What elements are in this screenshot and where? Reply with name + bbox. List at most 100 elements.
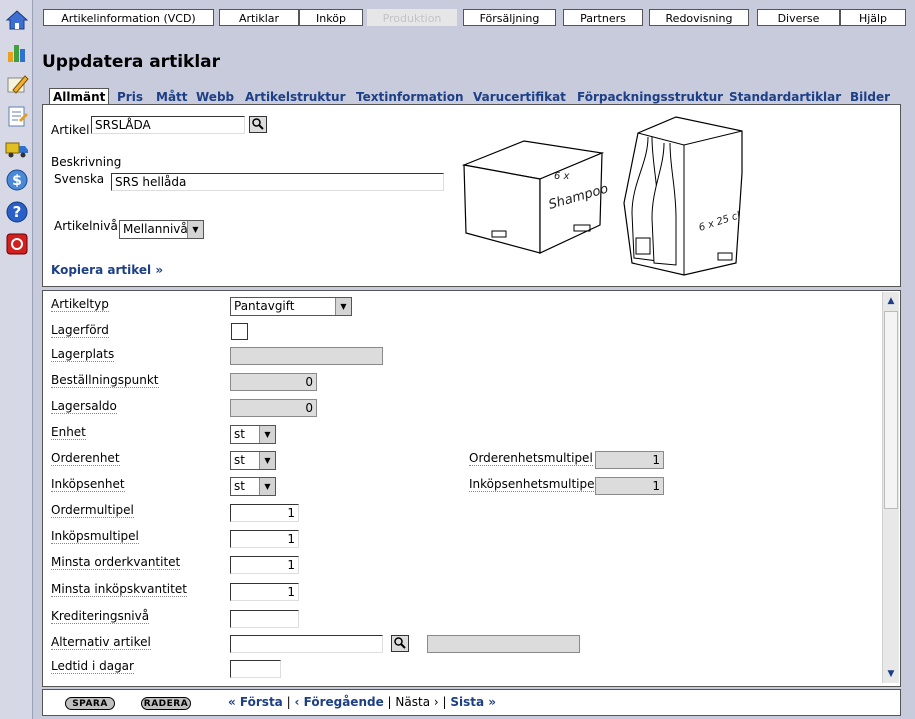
minsta-inkopskvantitet-input[interactable]: 1 <box>230 583 299 601</box>
artikelniva-select[interactable]: Mellannivå ▼ <box>119 220 204 239</box>
spara-button[interactable]: SPARA <box>65 697 115 710</box>
pager: « Första | ‹ Föregående | Nästa › | Sist… <box>228 695 496 709</box>
menu-hjalp[interactable]: Hjälp <box>840 9 906 26</box>
minsta-inkopskvantitet-label: Minsta inköpskvantitet <box>51 582 187 597</box>
tab-forpackningsstruktur[interactable]: Förpackningsstruktur <box>577 89 723 105</box>
details-scrollbar[interactable]: ▲ ▼ <box>882 292 899 683</box>
artikeltyp-select[interactable]: Pantavgift ▼ <box>230 297 352 316</box>
lagerford-checkbox[interactable] <box>231 323 248 340</box>
tab-matt[interactable]: Mått <box>156 89 188 105</box>
ledtid-label: Ledtid i dagar <box>51 659 134 674</box>
lagersaldo-input: 0 <box>230 399 317 417</box>
inkopsenhet-select[interactable]: st ▼ <box>230 477 276 496</box>
artikeltyp-label: Artikeltyp <box>51 297 109 312</box>
box-sketch-image: 6 x Shampoo <box>462 140 610 254</box>
tab-bilder[interactable]: Bilder <box>850 89 890 105</box>
tab-webb[interactable]: Webb <box>196 89 234 105</box>
inkopsenhet-label: Inköpsenhet <box>51 477 125 492</box>
krediteringsniva-input[interactable] <box>230 610 299 628</box>
next-link: Nästa › <box>395 695 439 709</box>
lagerplats-input <box>230 347 383 365</box>
tab-pris[interactable]: Pris <box>117 89 143 105</box>
scroll-down-icon[interactable]: ▼ <box>883 666 899 682</box>
orderenhet-select[interactable]: st ▼ <box>230 451 276 470</box>
lagerplats-label: Lagerplats <box>51 347 115 362</box>
krediteringsniva-label: Krediteringsnivå <box>51 609 150 624</box>
article-details-panel: Artikeltyp Pantavgift ▼ Lagerförd Lagerp… <box>42 290 901 687</box>
artikelniva-label: Artikelnivå <box>54 219 118 233</box>
tab-varucertifikat[interactable]: Varucertifikat <box>473 89 566 105</box>
pager-separator: | <box>442 695 447 709</box>
bestallningspunkt-input: 0 <box>230 373 317 391</box>
previous-link[interactable]: ‹ Föregående <box>294 695 383 709</box>
minsta-orderkvantitet-label: Minsta orderkvantitet <box>51 555 181 570</box>
svenska-input[interactable]: SRS hellåda <box>111 173 444 191</box>
scroll-thumb[interactable] <box>884 311 898 509</box>
pencil-icon[interactable] <box>5 72 29 96</box>
inkopsenhet-value: st <box>234 479 245 493</box>
alternativ-artikel-search-button[interactable] <box>391 635 409 652</box>
enhet-value: st <box>234 427 245 441</box>
menu-artiklar[interactable]: Artiklar <box>219 9 299 26</box>
menu-inkop[interactable]: Inköp <box>299 9 363 26</box>
menu-produktion: Produktion <box>367 9 457 26</box>
alternativ-artikel-label: Alternativ artikel <box>51 635 151 650</box>
menu-artikelinformation[interactable]: Artikelinformation (VCD) <box>43 9 214 26</box>
footer-panel: SPARA RADERA « Första | ‹ Föregående | N… <box>42 689 901 716</box>
chevron-down-icon: ▼ <box>259 452 275 469</box>
alternativ-artikel-description <box>427 635 580 653</box>
artikel-input[interactable]: SRSLÅDA <box>91 116 245 134</box>
svg-text:$: $ <box>12 173 22 189</box>
home-icon[interactable] <box>5 8 29 32</box>
enhet-select[interactable]: st ▼ <box>230 425 276 444</box>
top-menu: Artikelinformation (VCD) Artiklar Inköp … <box>33 0 915 30</box>
tab-artikelstruktur[interactable]: Artikelstruktur <box>245 89 345 105</box>
menu-diverse[interactable]: Diverse <box>757 9 840 26</box>
left-toolbar: $ ? <box>0 0 33 719</box>
last-link[interactable]: Sista » <box>450 695 496 709</box>
kopiera-artikel-link[interactable]: Kopiera artikel » <box>51 263 163 277</box>
alternativ-artikel-input[interactable] <box>230 635 383 653</box>
box-text-top: 6 x <box>554 171 570 182</box>
artikel-search-button[interactable] <box>249 116 267 133</box>
pager-separator: | <box>286 695 291 709</box>
truck-icon[interactable] <box>5 136 29 160</box>
ordermultipel-input[interactable]: 1 <box>230 504 299 522</box>
ledtid-input[interactable] <box>230 660 281 678</box>
magnifier-icon <box>252 118 264 130</box>
chevron-down-icon: ▼ <box>187 221 203 238</box>
beskrivning-label: Beskrivning <box>51 155 122 169</box>
inkopsenhetsmultipel-label: Inköpsenhetsmultipel <box>469 477 598 492</box>
main-area: Artikelinformation (VCD) Artiklar Inköp … <box>33 0 915 719</box>
minsta-orderkvantitet-input[interactable]: 1 <box>230 556 299 574</box>
svg-text:?: ? <box>13 203 22 221</box>
radera-button[interactable]: RADERA <box>141 697 191 710</box>
exit-icon[interactable] <box>5 232 29 256</box>
dollar-icon[interactable]: $ <box>5 168 29 192</box>
orderenhet-label: Orderenhet <box>51 451 120 466</box>
bottle-carrier-image: 6 x 25 cl <box>623 116 743 276</box>
chevron-down-icon: ▼ <box>259 426 275 443</box>
chevron-down-icon: ▼ <box>335 298 351 315</box>
notes-icon[interactable] <box>5 104 29 128</box>
bestallningspunkt-label: Beställningspunkt <box>51 373 159 388</box>
orderenhetsmultipel-input: 1 <box>595 451 664 469</box>
first-link[interactable]: « Första <box>228 695 283 709</box>
chevron-down-icon: ▼ <box>259 478 275 495</box>
lagersaldo-label: Lagersaldo <box>51 399 117 414</box>
pager-separator: | <box>387 695 392 709</box>
chart-icon[interactable] <box>5 40 29 64</box>
inkopsmultipel-label: Inköpsmultipel <box>51 529 139 544</box>
menu-redovisning[interactable]: Redovisning <box>649 9 749 26</box>
magnifier-icon <box>394 637 406 649</box>
article-header-panel: Artikel SRSLÅDA Beskrivning Svenska SRS … <box>42 104 901 287</box>
menu-partners[interactable]: Partners <box>563 9 643 26</box>
inkopsmultipel-input[interactable]: 1 <box>230 530 299 548</box>
tab-textinformation[interactable]: Textinformation <box>356 89 463 105</box>
ordermultipel-label: Ordermultipel <box>51 503 134 518</box>
menu-forsaljning[interactable]: Försäljning <box>463 9 556 26</box>
scroll-up-icon[interactable]: ▲ <box>883 293 899 309</box>
tab-allmant[interactable]: Allmänt <box>49 88 110 105</box>
tab-standardartiklar[interactable]: Standardartiklar <box>729 89 841 105</box>
help-icon[interactable]: ? <box>5 200 29 224</box>
